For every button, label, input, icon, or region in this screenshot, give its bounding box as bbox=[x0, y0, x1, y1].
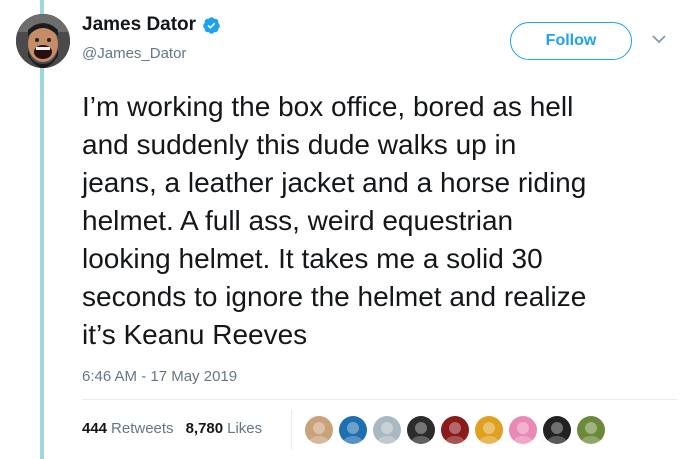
tweet-text-line: seconds to ignore the helmet and realize bbox=[82, 281, 587, 312]
liker-avatar[interactable] bbox=[543, 416, 571, 444]
verified-badge-icon bbox=[203, 16, 220, 34]
tweet-text-line: jeans, a leather jacket and a horse ridi… bbox=[82, 167, 587, 198]
follow-button[interactable]: Follow bbox=[510, 22, 632, 60]
retweets-stat[interactable]: 444 Retweets bbox=[82, 420, 174, 437]
retweets-count: 444 bbox=[82, 420, 108, 437]
user-handle[interactable]: @James_Dator bbox=[82, 45, 186, 62]
likes-label: Likes bbox=[227, 420, 263, 437]
likes-count: 8,780 bbox=[185, 420, 224, 437]
divider bbox=[82, 399, 677, 400]
tweet-stats: 444 Retweets 8,780 Likes bbox=[82, 420, 262, 437]
liker-avatar[interactable] bbox=[305, 416, 333, 444]
liker-avatar[interactable] bbox=[577, 416, 605, 444]
liker-avatar[interactable] bbox=[509, 416, 537, 444]
liker-avatar[interactable] bbox=[407, 416, 435, 444]
display-name[interactable]: James Dator bbox=[82, 14, 196, 36]
tweet-text-line: I’m working the box office, bored as hel… bbox=[82, 91, 574, 122]
tweet-text-line: looking helmet. It takes me a solid 30 bbox=[82, 243, 543, 274]
tweet-text: I’m working the box office, bored as hel… bbox=[82, 88, 682, 354]
tweet-text-line: and suddenly this dude walks up in bbox=[82, 129, 517, 160]
stats-divider bbox=[291, 410, 292, 450]
thread-line bbox=[40, 0, 44, 459]
chevron-down-icon[interactable] bbox=[652, 34, 666, 44]
tweet-text-line: it’s Keanu Reeves bbox=[82, 319, 308, 350]
tweet-text-line: helmet. A full ass, weird equestrian bbox=[82, 205, 514, 236]
tweet-timestamp[interactable]: 6:46 AM - 17 May 2019 bbox=[82, 368, 237, 385]
user-name-row: James Dator bbox=[82, 14, 221, 36]
avatar[interactable] bbox=[16, 14, 70, 68]
liker-avatar[interactable] bbox=[373, 416, 401, 444]
likes-stat[interactable]: 8,780 Likes bbox=[186, 420, 263, 437]
liker-avatar[interactable] bbox=[441, 416, 469, 444]
liker-avatars bbox=[305, 416, 611, 444]
liker-avatar[interactable] bbox=[339, 416, 367, 444]
retweets-label: Retweets bbox=[111, 420, 174, 437]
liker-avatar[interactable] bbox=[475, 416, 503, 444]
